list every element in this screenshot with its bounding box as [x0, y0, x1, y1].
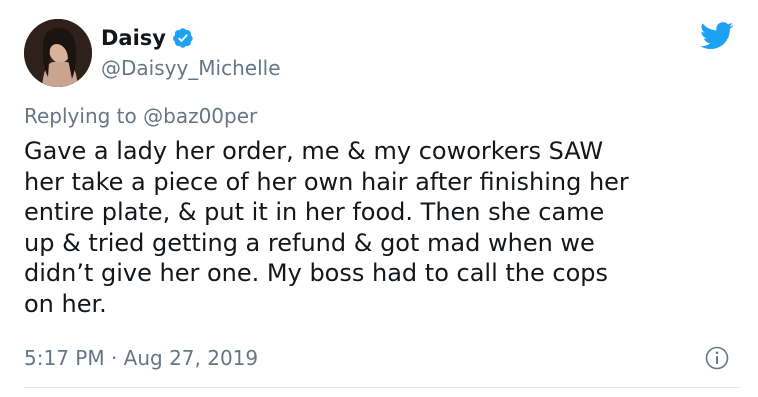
avatar[interactable]	[24, 19, 92, 87]
author-name-row[interactable]: Daisy	[101, 25, 194, 51]
divider	[24, 387, 740, 388]
tweet-text: Gave a lady her order, me & my coworkers…	[24, 137, 629, 318]
author-display-name[interactable]: Daisy	[101, 25, 166, 51]
verified-badge-icon	[173, 28, 193, 48]
tweet-card: Daisy @Daisyy_Michelle Replying to @baz0…	[0, 0, 758, 397]
replying-to-label: Replying to	[24, 104, 137, 128]
replying-to-line: Replying to @baz00per	[24, 103, 257, 129]
info-icon[interactable]	[705, 346, 729, 370]
tweet-timestamp[interactable]: 5:17 PM · Aug 27, 2019	[24, 345, 258, 371]
reply-mention-link[interactable]: @baz00per	[143, 104, 257, 128]
author-handle[interactable]: @Daisyy_Michelle	[101, 55, 281, 81]
twitter-bird-icon[interactable]	[700, 22, 734, 50]
avatar-photo	[24, 19, 92, 87]
